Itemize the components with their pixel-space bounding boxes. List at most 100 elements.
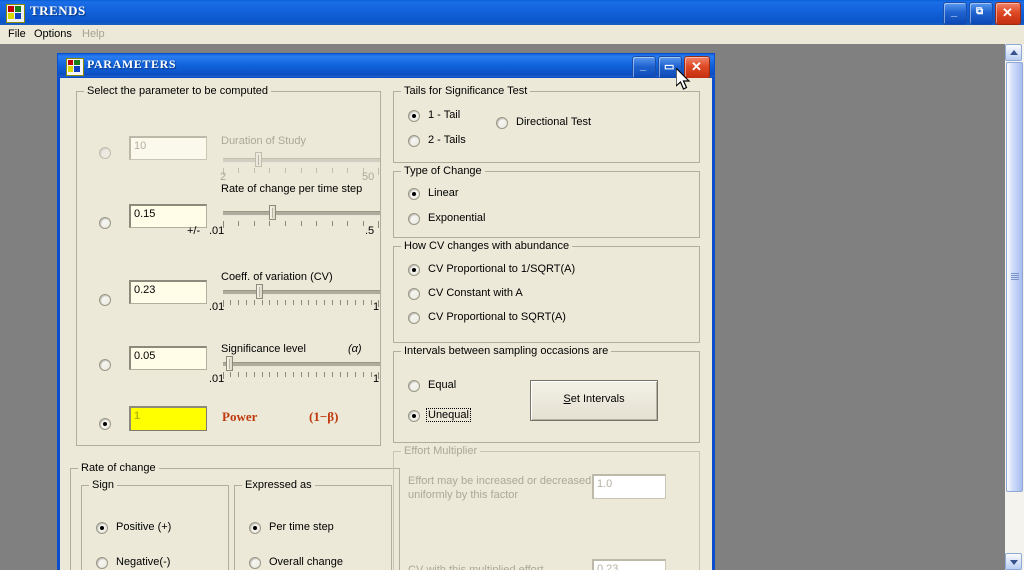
group-caption: Type of Change <box>401 165 485 177</box>
group-effort-multiplier: Effort Multiplier Effort may be increase… <box>393 445 700 570</box>
group-caption: Sign <box>89 479 118 491</box>
label-power-symbol: (1−β) <box>309 409 339 424</box>
radio-cv-prop-sqrt[interactable] <box>408 312 420 324</box>
input-effort-factor[interactable]: 1.0 <box>592 474 666 499</box>
slider-max-duration: 50 <box>362 171 375 183</box>
label-significance-level: Significance level <box>221 343 306 355</box>
slider-cv[interactable] <box>223 284 380 307</box>
label-cv: Coeff. of variation (CV) <box>221 271 333 283</box>
app-title: TRENDS <box>30 3 86 18</box>
scrollbar-thumb[interactable] <box>1006 62 1023 492</box>
set-intervals-button[interactable]: Set Intervals <box>530 380 658 421</box>
group-caption: Expressed as <box>242 479 315 491</box>
slider-track <box>223 211 380 216</box>
parameters-window: PARAMETERS _ ▭ ✕ Select the parameter to… <box>57 53 715 570</box>
radio-cv-prop-inv-sqrt[interactable] <box>408 264 420 276</box>
label-effort-cv: CV with this multiplied effort <box>408 564 544 570</box>
radio-cv[interactable] <box>99 294 111 306</box>
parameters-title: PARAMETERS <box>87 57 177 71</box>
label-duration: Duration of Study <box>221 135 306 147</box>
group-cv-abundance: How CV changes with abundance CV Proport… <box>393 240 700 343</box>
input-significance-level[interactable]: 0.05 <box>129 346 207 370</box>
scroll-down-button[interactable] <box>1005 553 1022 570</box>
group-sign: Sign Positive (+) Negative(-) <box>81 479 229 570</box>
group-tails: Tails for Significance Test 1 - Tail 2 -… <box>393 85 700 163</box>
slider-thumb[interactable] <box>255 152 262 167</box>
radio-duration[interactable] <box>99 147 111 159</box>
radio-two-tails[interactable] <box>408 135 420 147</box>
group-caption: Select the parameter to be computed <box>84 85 271 97</box>
input-power[interactable]: 1 <box>129 406 207 431</box>
parameters-body: Select the parameter to be computed 10 D… <box>60 78 712 570</box>
parameters-close-button[interactable]: ✕ <box>684 56 710 79</box>
slider-rate-of-change[interactable] <box>223 205 380 228</box>
label-rate-of-change: Rate of change per time step <box>221 183 363 195</box>
radio-unequal[interactable] <box>408 410 420 422</box>
radio-directional-test[interactable] <box>496 117 508 129</box>
radio-sign-negative[interactable] <box>96 557 108 569</box>
radio-power[interactable] <box>99 418 111 430</box>
radio-rate-of-change[interactable] <box>99 217 111 229</box>
label-sign-positive: Positive (+) <box>116 521 172 533</box>
app-close-button[interactable]: ✕ <box>995 2 1021 25</box>
group-expressed-as: Expressed as Per time step Overall chang… <box>234 479 392 570</box>
slider-thumb[interactable] <box>269 205 276 220</box>
radio-significance-level[interactable] <box>99 359 111 371</box>
group-caption: Intervals between sampling occasions are <box>401 345 612 357</box>
menu-file[interactable]: File <box>4 28 30 40</box>
label-overall-change: Overall change <box>269 556 343 568</box>
slider-track <box>223 362 380 367</box>
parameters-maximize-button[interactable]: ▭ <box>658 56 682 79</box>
menu-options[interactable]: Options <box>30 28 76 40</box>
parameters-titlebar[interactable]: PARAMETERS _ ▭ ✕ <box>57 53 715 79</box>
parameters-minimize-button[interactable]: _ <box>632 56 656 79</box>
radio-overall-change[interactable] <box>249 557 261 569</box>
radio-exponential[interactable] <box>408 213 420 225</box>
screen: TRENDS _ ⧉ ✕ File Options Help PARAMETER… <box>0 0 1024 570</box>
chevron-up-icon <box>1009 49 1018 55</box>
slider-prefix-rate-of-change: +/- <box>187 225 201 237</box>
label-significance-symbol: (α) <box>348 343 362 355</box>
slider-min-significance: .01 <box>209 373 225 385</box>
scroll-up-button[interactable] <box>1005 44 1022 61</box>
vertical-scrollbar[interactable] <box>1005 44 1024 570</box>
radio-cv-constant[interactable] <box>408 288 420 300</box>
slider-thumb[interactable] <box>256 284 263 299</box>
set-intervals-accel: S <box>563 393 571 405</box>
radio-per-time-step[interactable] <box>249 522 261 534</box>
group-rate-of-change: Rate of change Sign Positive (+) Negativ… <box>70 462 400 570</box>
label-directional-test: Directional Test <box>516 116 591 128</box>
app-minimize-button[interactable]: _ <box>943 2 967 25</box>
slider-duration[interactable] <box>223 152 380 175</box>
group-select-parameter: Select the parameter to be computed 10 D… <box>76 85 381 446</box>
group-type-of-change: Type of Change Linear Exponential <box>393 165 700 238</box>
set-intervals-label: et Intervals <box>570 393 625 405</box>
label-exponential: Exponential <box>428 212 486 224</box>
group-caption: Tails for Significance Test <box>401 85 531 97</box>
slider-significance-level[interactable] <box>223 356 380 379</box>
label-effort-line1: Effort may be increased or decreased <box>408 475 592 487</box>
app-grid-icon <box>6 4 25 23</box>
slider-max-cv: 1 <box>373 301 380 313</box>
label-unequal: Unequal <box>426 408 471 422</box>
menubar: File Options Help <box>0 25 1024 45</box>
radio-linear[interactable] <box>408 188 420 200</box>
scrollbar-track[interactable] <box>1005 61 1024 553</box>
input-duration[interactable]: 10 <box>129 136 207 160</box>
slider-thumb[interactable] <box>226 356 233 371</box>
minimize-icon: _ <box>640 60 647 72</box>
app-restore-button[interactable]: ⧉ <box>969 2 993 25</box>
menu-help: Help <box>82 28 105 40</box>
label-linear: Linear <box>428 187 459 199</box>
slider-ticks <box>223 300 380 307</box>
label-cv-prop-sqrt: CV Proportional to SQRT(A) <box>428 311 566 323</box>
input-cv[interactable]: 0.23 <box>129 280 207 304</box>
label-one-tail: 1 - Tail <box>428 109 461 121</box>
app-titlebar: TRENDS _ ⧉ ✕ <box>0 0 1024 26</box>
radio-sign-positive[interactable] <box>96 522 108 534</box>
radio-one-tail[interactable] <box>408 110 420 122</box>
input-effort-cv[interactable]: 0.23 <box>592 559 666 570</box>
group-caption: How CV changes with abundance <box>401 240 573 252</box>
radio-equal[interactable] <box>408 380 420 392</box>
close-icon: ✕ <box>1002 5 1013 20</box>
